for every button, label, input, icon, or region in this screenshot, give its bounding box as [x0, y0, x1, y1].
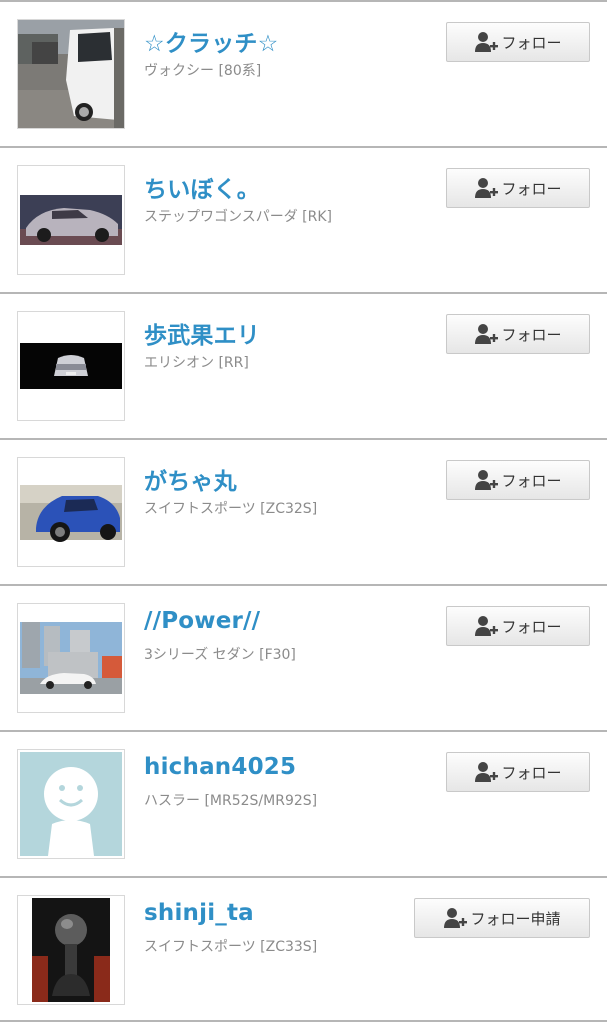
follow-button-label: フォロー: [501, 33, 562, 52]
user-thumbnail[interactable]: [17, 19, 125, 129]
default-avatar-photo: [18, 750, 124, 858]
user-row: //Power// 3シリーズ セダン [F30] フォロー: [0, 586, 607, 730]
user-thumbnail[interactable]: [17, 165, 125, 275]
user-name[interactable]: がちゃ丸: [144, 462, 237, 496]
shift-knob-photo: [18, 896, 124, 1004]
add-user-icon: [475, 324, 499, 344]
user-car: ハスラー [MR52S/MR92S]: [144, 793, 318, 809]
follow-request-button[interactable]: フォロー申請: [414, 898, 590, 938]
add-user-icon: [475, 178, 499, 198]
user-car: スイフトスポーツ [ZC33S]: [144, 939, 318, 955]
user-name[interactable]: ちいぼく。: [144, 170, 260, 204]
user-row: hichan4025 ハスラー [MR52S/MR92S] フォロー: [0, 732, 607, 876]
minivan-night-photo: [18, 312, 124, 420]
user-name[interactable]: ☆クラッチ☆: [144, 24, 278, 58]
user-thumbnail[interactable]: [17, 603, 125, 713]
add-user-icon: [475, 762, 499, 782]
follow-button[interactable]: フォロー: [446, 460, 590, 500]
user-row: 歩武果エリ エリシオン [RR] フォロー: [0, 294, 607, 438]
follow-button-label: フォロー: [501, 325, 562, 344]
silver-sports-car-photo: [18, 166, 124, 274]
follow-button[interactable]: フォロー: [446, 168, 590, 208]
add-user-icon: [475, 470, 499, 490]
user-row: shinji_ta スイフトスポーツ [ZC33S] フォロー申請: [0, 878, 607, 1022]
user-thumbnail[interactable]: [17, 749, 125, 859]
divider: [0, 1020, 607, 1022]
user-thumbnail[interactable]: [17, 311, 125, 421]
follow-button[interactable]: フォロー: [446, 752, 590, 792]
add-user-icon: [475, 32, 499, 52]
user-car: ヴォクシー [80系]: [144, 63, 262, 79]
add-user-icon: [475, 616, 499, 636]
follow-button[interactable]: フォロー: [446, 314, 590, 354]
white-sedan-building-photo: [18, 604, 124, 712]
user-name[interactable]: hichan4025: [144, 754, 296, 780]
user-name[interactable]: //Power//: [144, 608, 260, 634]
add-user-icon: [444, 908, 468, 928]
follow-button-label: フォロー: [501, 617, 562, 636]
user-car: スイフトスポーツ [ZC32S]: [144, 501, 318, 517]
follow-button-label: フォロー: [501, 179, 562, 198]
user-car: ステップワゴンスパーダ [RK]: [144, 209, 333, 225]
blue-hatchback-photo: [18, 458, 124, 566]
follow-button[interactable]: フォロー: [446, 606, 590, 646]
user-row: ちいぼく。 ステップワゴンスパーダ [RK] フォロー: [0, 148, 607, 292]
user-thumbnail[interactable]: [17, 457, 125, 567]
user-row: ☆クラッチ☆ ヴォクシー [80系] フォロー: [0, 2, 607, 146]
user-car: 3シリーズ セダン [F30]: [144, 647, 296, 663]
user-name[interactable]: 歩武果エリ: [144, 316, 260, 350]
user-car: エリシオン [RR]: [144, 355, 249, 371]
follow-button[interactable]: フォロー: [446, 22, 590, 62]
follow-button-label: フォロー: [501, 471, 562, 490]
parked-white-minivan-photo: [18, 20, 124, 128]
user-row: がちゃ丸 スイフトスポーツ [ZC32S] フォロー: [0, 440, 607, 584]
follow-button-label: フォロー: [501, 763, 562, 782]
user-thumbnail[interactable]: [17, 895, 125, 1005]
user-name[interactable]: shinji_ta: [144, 900, 254, 926]
follow-request-button-label: フォロー申請: [470, 909, 561, 928]
user-list: ☆クラッチ☆ ヴォクシー [80系] フォロー ちいぼく。 ステップワゴンスパー…: [0, 0, 607, 1024]
